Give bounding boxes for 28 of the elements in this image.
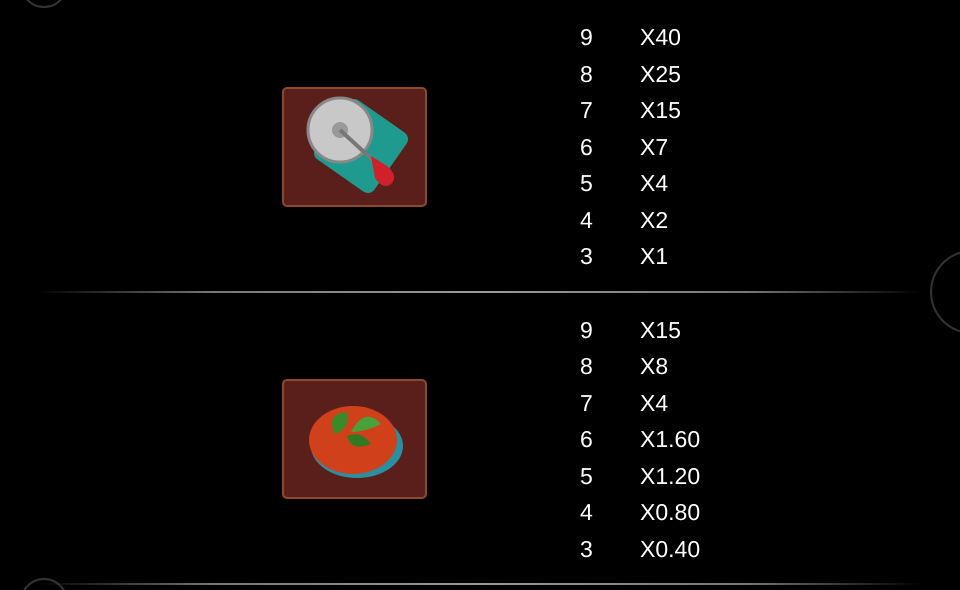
payout-multiplier: X15 <box>640 316 682 344</box>
symbol-count: 9 <box>580 23 594 52</box>
payout-multiplier: X2 <box>640 206 670 234</box>
payout-multiplier: X1.20 <box>640 462 702 490</box>
symbol-count: 7 <box>580 388 594 418</box>
symbol-count: 3 <box>580 242 594 271</box>
symbol-count: 7 <box>580 96 594 125</box>
payout-multiplier: X0.80 <box>640 498 702 527</box>
payout-multiplier: X8 <box>640 352 670 381</box>
symbol-count: 6 <box>580 132 594 162</box>
payout-multiplier: X7 <box>640 132 670 162</box>
symbol-count: 8 <box>580 60 594 88</box>
symbol-count: 4 <box>580 206 594 234</box>
payout-multiplier: X4 <box>640 169 670 198</box>
symbol-count: 5 <box>580 462 594 490</box>
symbol-count: 3 <box>580 534 594 564</box>
payout-multiplier: X25 <box>640 60 682 88</box>
symbol-count: 5 <box>580 169 594 198</box>
payout-multiplier: X40 <box>640 23 682 52</box>
symbol-count: 6 <box>580 425 594 454</box>
payout-multiplier: X4 <box>640 388 670 418</box>
payout-multiplier: X15 <box>640 96 682 125</box>
payout-multiplier: X1 <box>640 242 670 271</box>
payout-multiplier: X0.40 <box>640 534 702 564</box>
symbol-count: 8 <box>580 352 594 381</box>
symbol-count: 9 <box>580 316 594 344</box>
payout-multiplier: X1.60 <box>640 425 702 454</box>
symbol-count: 4 <box>580 498 594 527</box>
